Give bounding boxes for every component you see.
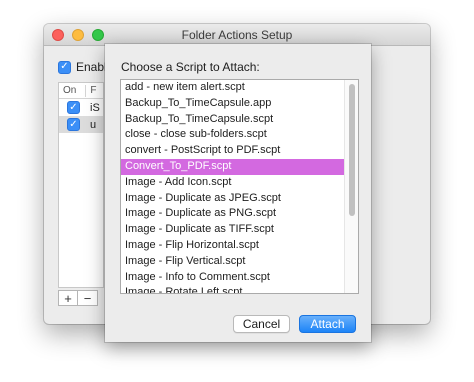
window-title: Folder Actions Setup bbox=[181, 28, 293, 42]
scrollbar-thumb[interactable] bbox=[349, 84, 355, 216]
table-row[interactable]: ✓ iS bbox=[59, 99, 103, 116]
table-header: On F bbox=[59, 83, 103, 99]
column-header-on[interactable]: On bbox=[59, 85, 76, 96]
list-item[interactable]: Backup_To_TimeCapsule.app bbox=[121, 96, 358, 112]
sheet-prompt: Choose a Script to Attach: bbox=[121, 60, 260, 74]
table-row[interactable]: ✓ u bbox=[59, 116, 103, 133]
folder-name: iS bbox=[90, 101, 100, 114]
list-item[interactable]: Image - Rotate Left.scpt bbox=[121, 285, 358, 293]
list-item[interactable]: Image - Flip Horizontal.scpt bbox=[121, 238, 358, 254]
list-item[interactable]: Image - Info to Comment.scpt bbox=[121, 270, 358, 286]
script-list[interactable]: add - new item alert.scpt Backup_To_TimeC… bbox=[120, 79, 359, 294]
list-item[interactable]: Image - Duplicate as TIFF.scpt bbox=[121, 222, 358, 238]
list-scrollbar[interactable] bbox=[344, 80, 358, 293]
list-item[interactable]: Image - Duplicate as PNG.scpt bbox=[121, 206, 358, 222]
remove-folder-button[interactable]: − bbox=[78, 290, 98, 306]
title-bar[interactable]: Folder Actions Setup bbox=[44, 24, 430, 46]
list-item[interactable]: add - new item alert.scpt bbox=[121, 80, 358, 96]
list-item[interactable]: Image - Duplicate as JPEG.scpt bbox=[121, 191, 358, 207]
list-item[interactable]: Image - Add Icon.scpt bbox=[121, 175, 358, 191]
column-header-folder[interactable]: F bbox=[86, 85, 96, 96]
row-enabled-checkbox[interactable]: ✓ bbox=[67, 101, 80, 114]
attach-button[interactable]: Attach bbox=[299, 315, 356, 333]
folders-table: On F ✓ iS ✓ u bbox=[58, 82, 104, 288]
choose-script-sheet: Choose a Script to Attach: add - new ite… bbox=[105, 44, 371, 342]
cancel-button[interactable]: Cancel bbox=[233, 315, 290, 333]
list-item[interactable]: Backup_To_TimeCapsule.scpt bbox=[121, 112, 358, 128]
list-item[interactable]: close - close sub-folders.scpt bbox=[121, 127, 358, 143]
checkmark-icon: ✓ bbox=[58, 60, 71, 74]
row-enabled-checkbox[interactable]: ✓ bbox=[67, 118, 80, 131]
add-remove-controls: + − bbox=[58, 290, 98, 306]
list-item[interactable]: convert - PostScript to PDF.scpt bbox=[121, 143, 358, 159]
folder-name: u bbox=[90, 118, 97, 131]
add-folder-button[interactable]: + bbox=[58, 290, 78, 306]
list-item[interactable]: Convert_To_PDF.scpt bbox=[121, 158, 358, 175]
list-item[interactable]: Image - Flip Vertical.scpt bbox=[121, 254, 358, 270]
